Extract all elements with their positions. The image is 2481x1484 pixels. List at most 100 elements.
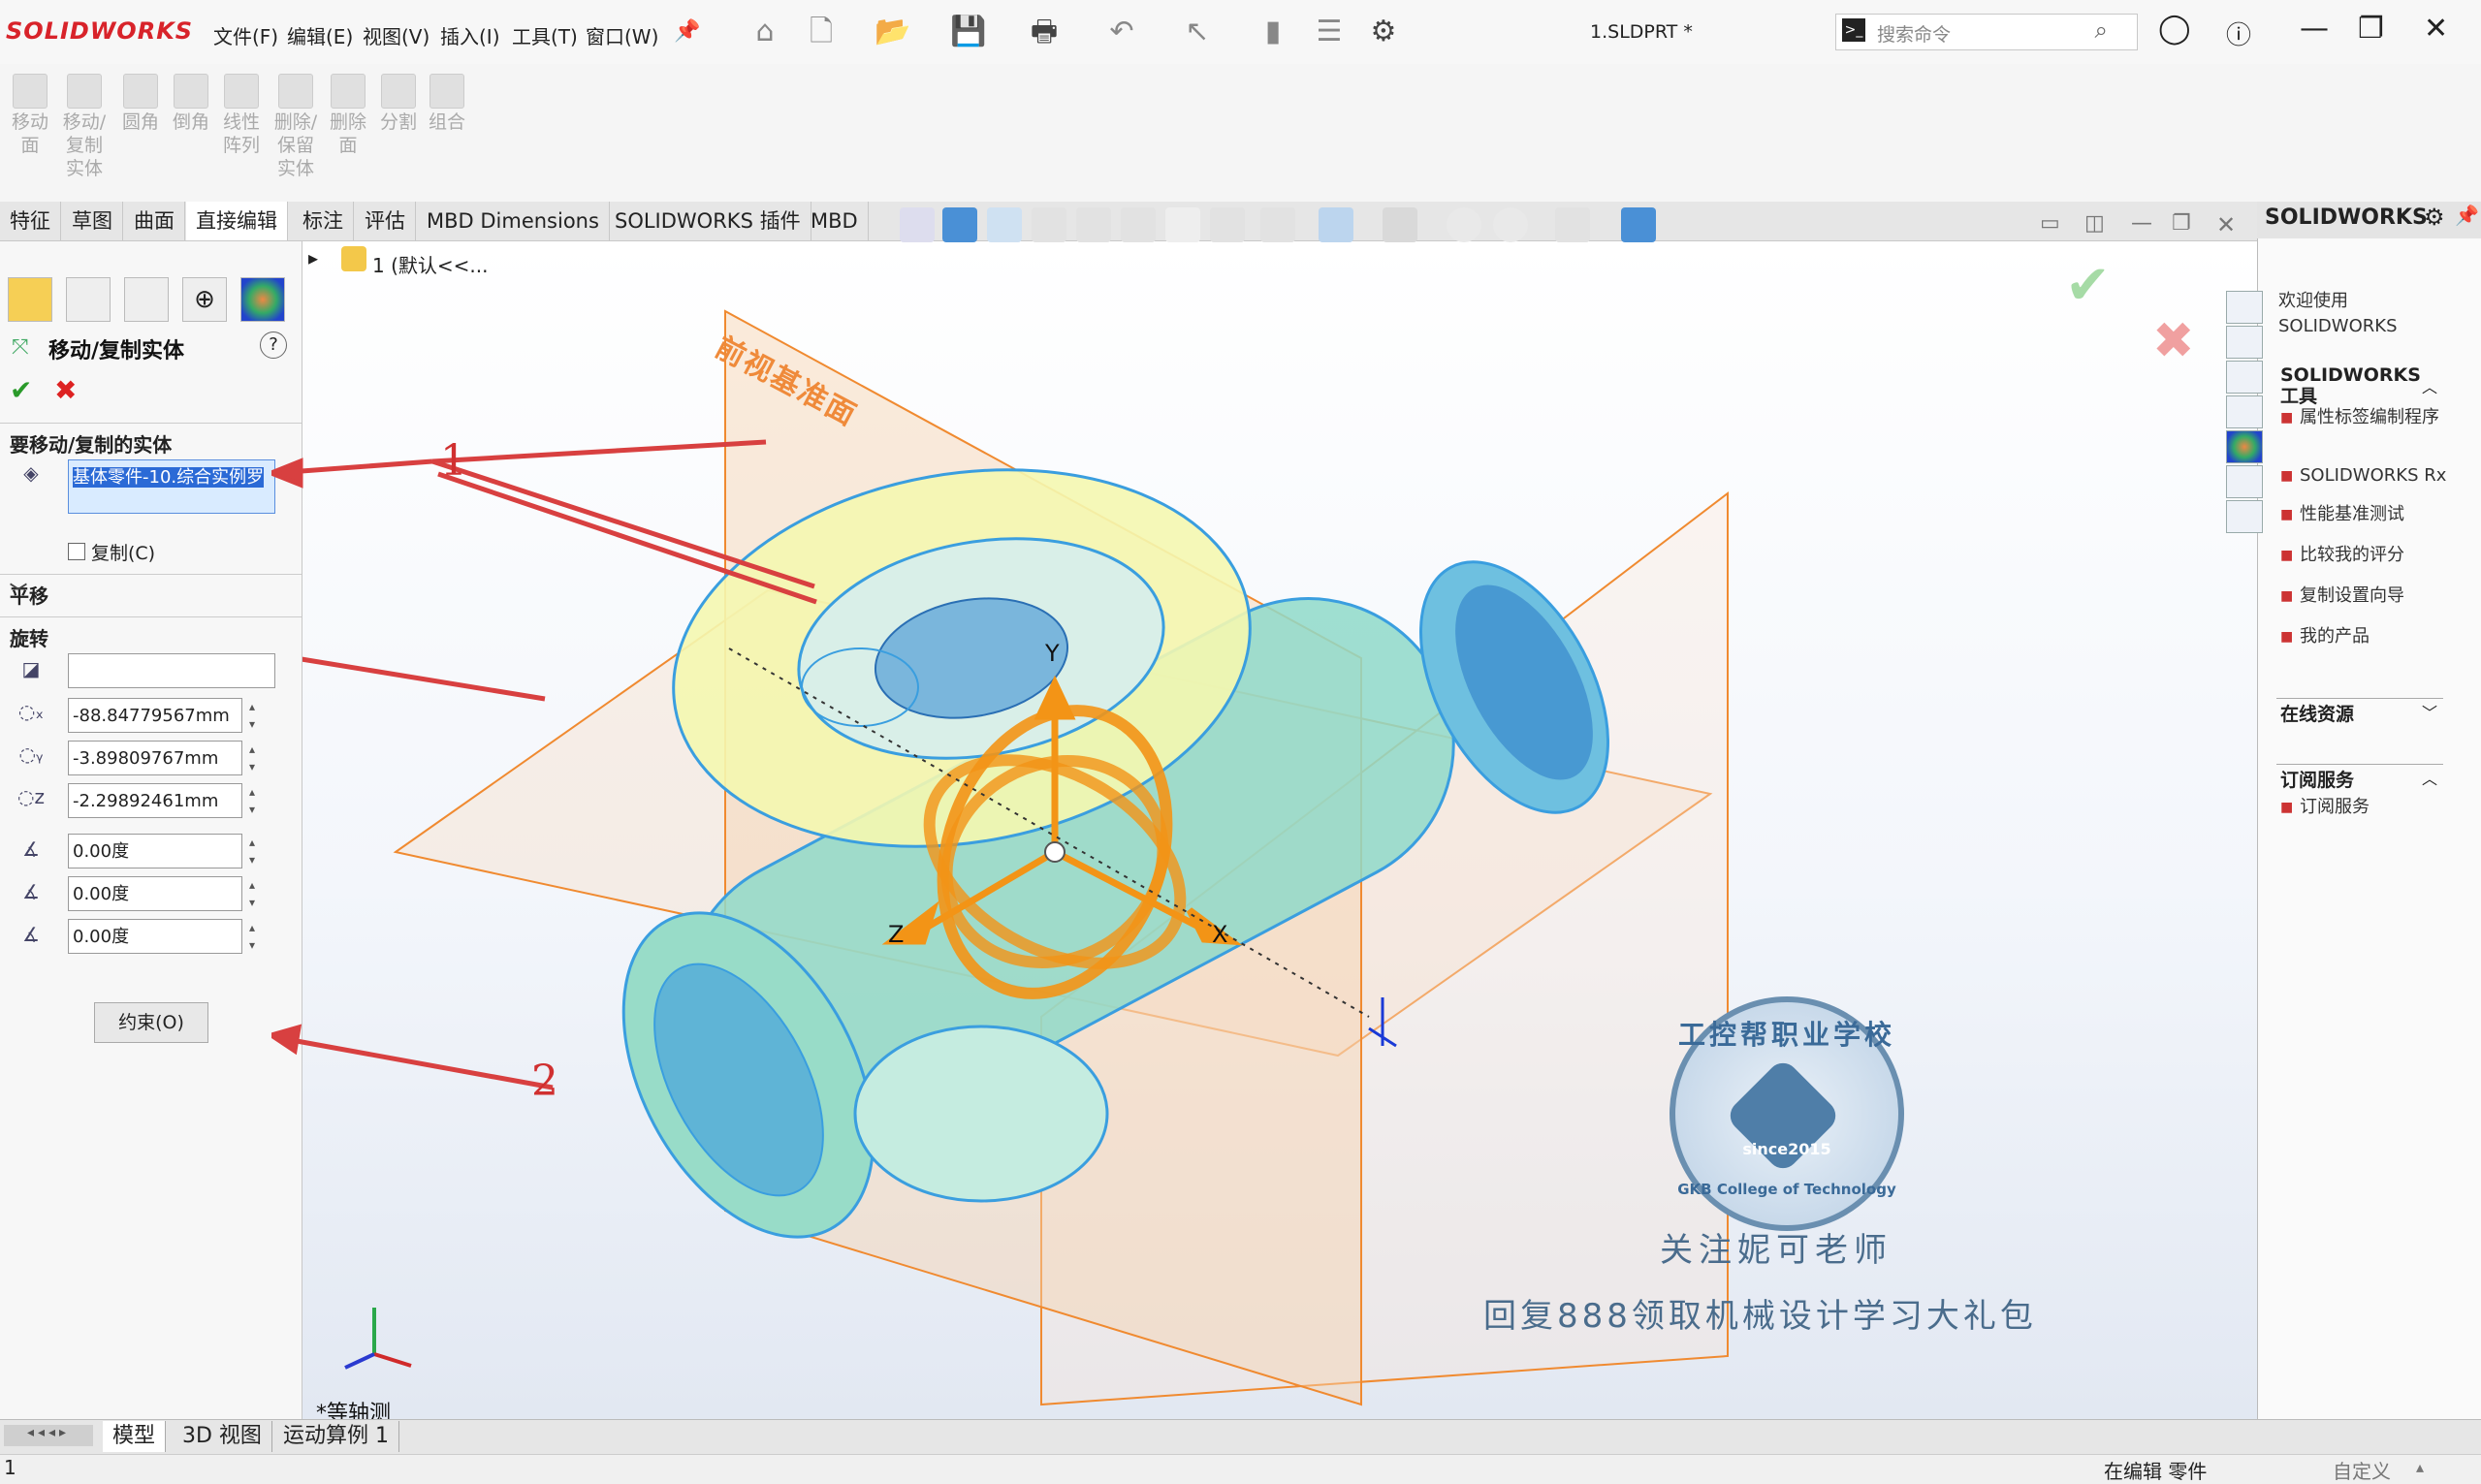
display-manager-tab[interactable] — [240, 277, 285, 322]
y-angle-spinner[interactable]: ▴ ▾ — [244, 876, 260, 911]
collapse-chevron-icon[interactable]: ︿ — [10, 621, 290, 647]
view-orientation-dropdown-icon[interactable] — [1260, 207, 1295, 242]
solidworks-logo[interactable]: SOLIDWORKS — [6, 17, 193, 45]
ok-check-icon[interactable]: ✔ — [10, 374, 32, 406]
home-icon[interactable]: ⌂ — [747, 14, 783, 50]
subscription-section[interactable]: 订阅服务 — [2280, 766, 2354, 792]
task-pane-gear-icon[interactable]: ⚙ — [2424, 204, 2445, 231]
tab-scroll-buttons[interactable]: ◂◂◂▸ — [4, 1425, 93, 1446]
help-icon[interactable]: ? — [260, 332, 287, 359]
dimxpert-tab[interactable]: ⊕ — [182, 277, 227, 322]
online-resources-section[interactable]: 在线资源 — [2280, 700, 2354, 726]
close-icon[interactable]: ✕ — [2424, 12, 2448, 46]
task-pane-pin-icon[interactable]: 📌 — [2455, 204, 2479, 227]
taskpane-home-icon[interactable] — [2226, 291, 2263, 324]
confirm-corner-ok-icon[interactable]: ✔ — [2065, 254, 2111, 317]
collapse-chevron-icon[interactable]: ︿ — [10, 427, 290, 453]
taskpane-custom-properties-icon[interactable] — [2226, 465, 2263, 498]
zoom-area-icon[interactable] — [1032, 207, 1066, 242]
bottom-tab-3d-views[interactable]: 3D 视图 — [173, 1421, 272, 1452]
search-box[interactable]: >_ 搜索命令 ⌕ — [1835, 14, 2138, 50]
menu-window[interactable]: 窗口(W) — [586, 21, 658, 49]
online-expand-icon[interactable]: ﹀ — [2422, 700, 2437, 723]
welcome-link[interactable]: 欢迎使用 SOLIDWORKS — [2278, 289, 2404, 339]
previous-view-icon[interactable] — [1076, 207, 1111, 242]
selected-bodies-list[interactable]: 基体零件-10.综合实例罗 — [68, 459, 275, 514]
tab-direct-editing[interactable]: 直接编辑 — [186, 202, 288, 240]
x-rotation-angle-field[interactable]: 0.00度 — [68, 834, 242, 868]
zoom-to-fit-icon[interactable] — [987, 207, 1022, 242]
tool-property-tab-builder[interactable]: 属性标签编制程序 — [2280, 407, 2455, 428]
bottom-tab-model[interactable]: 模型 — [103, 1421, 167, 1452]
tab-mbd[interactable]: MBD — [801, 202, 869, 240]
tab-markup[interactable]: 标注 — [293, 202, 354, 240]
configuration-manager-tab[interactable] — [124, 277, 169, 322]
constraints-button[interactable]: 约束(O) — [94, 1002, 208, 1043]
tab-surfaces[interactable]: 曲面 — [124, 202, 185, 240]
help-icon[interactable]: ⓘ — [2226, 16, 2251, 51]
y-rotation-origin-field[interactable]: -3.89809767mm — [68, 741, 242, 775]
section-translate[interactable]: 平移 ﹀ — [0, 574, 302, 610]
tools-collapse-icon[interactable]: ︿ — [2422, 374, 2437, 397]
tool-my-products[interactable]: 我的产品 — [2280, 626, 2370, 647]
view-cube-icon[interactable] — [1621, 207, 1656, 242]
x-rotation-origin-field[interactable]: -88.84779567mm — [68, 698, 242, 733]
viewport-restore-icon[interactable]: ❐ — [2172, 211, 2191, 236]
taskpane-design-library-icon[interactable] — [2226, 326, 2263, 359]
view-monitor-icon[interactable] — [1555, 207, 1590, 242]
taskpane-appearances-icon[interactable] — [2226, 430, 2263, 463]
fillet-button[interactable]: 圆角 — [116, 74, 165, 134]
z-angle-spinner[interactable]: ▴ ▾ — [244, 919, 260, 954]
file-properties-icon[interactable]: ☰ — [1311, 14, 1348, 50]
status-units-custom[interactable]: 自定义 — [2333, 1456, 2391, 1484]
split-button[interactable]: 分割 — [374, 74, 423, 134]
property-manager-tab[interactable] — [66, 277, 111, 322]
expand-chevron-icon[interactable]: ﹀ — [10, 579, 290, 604]
menu-view[interactable]: 视图(V) — [363, 21, 429, 49]
undo-icon[interactable]: ↶ — [1103, 14, 1140, 50]
print-icon[interactable]: 🖶 — [1026, 14, 1063, 50]
appearance-icon[interactable] — [1493, 207, 1528, 242]
options-gear-icon[interactable]: ⚙ — [1365, 14, 1402, 50]
select-icon[interactable]: ↖ — [1179, 14, 1216, 50]
new-document-icon[interactable]: 🗋 — [803, 14, 840, 50]
confirm-corner-cancel-icon[interactable]: ✖ — [2152, 312, 2195, 370]
section-view-icon[interactable] — [942, 207, 977, 242]
selected-body-item[interactable]: 基体零件-10.综合实例罗 — [73, 467, 265, 488]
taskpane-forum-icon[interactable] — [2226, 500, 2263, 533]
move-face-button[interactable]: 移动 面 — [6, 74, 54, 157]
y-rotation-angle-field[interactable]: 0.00度 — [68, 876, 242, 911]
tab-solidworks-addins[interactable]: SOLIDWORKS 插件 — [605, 202, 811, 240]
copy-checkbox[interactable] — [68, 543, 85, 560]
section-rotate[interactable]: 旋转 ︿ — [0, 616, 302, 652]
hide-show-items-icon[interactable] — [1383, 207, 1417, 242]
viewport-split-icon[interactable]: ◫ — [2084, 211, 2105, 236]
x-origin-spinner[interactable]: ▴ ▾ — [244, 698, 260, 733]
tab-evaluate[interactable]: 评估 — [355, 202, 416, 240]
pin-icon[interactable]: 📌 — [669, 14, 706, 50]
view-settings-icon[interactable] — [1165, 207, 1200, 242]
status-units-dropdown-icon[interactable]: ▴ — [2416, 1458, 2424, 1476]
tree-root-item[interactable]: 1 (默认<<... — [372, 250, 488, 278]
edit-appearance-icon[interactable] — [1210, 207, 1245, 242]
save-icon[interactable]: 💾 — [950, 14, 987, 50]
z-origin-spinner[interactable]: ▴ ▾ — [244, 783, 260, 818]
x-angle-spinner[interactable]: ▴ ▾ — [244, 834, 260, 868]
viewport-close-icon[interactable]: ✕ — [2216, 211, 2236, 238]
tool-performance-benchmark[interactable]: 性能基准测试 — [2280, 504, 2404, 525]
combine-button[interactable]: 组合 — [423, 74, 471, 134]
viewport-minimize-icon[interactable]: — — [2131, 211, 2152, 236]
feature-manager-tab[interactable] — [8, 277, 52, 322]
tab-features[interactable]: 特征 — [0, 202, 61, 240]
restore-icon[interactable]: ❐ — [2358, 12, 2384, 46]
menu-edit[interactable]: 编辑(E) — [287, 21, 353, 49]
search-icon[interactable]: ⌕ — [2095, 16, 2108, 44]
viewport-tile-icon[interactable]: ▭ — [2040, 211, 2060, 236]
tool-solidworks-rx[interactable]: SOLIDWORKS Rx — [2280, 465, 2446, 487]
delete-keep-body-button[interactable]: 删除/ 保留 实体 — [271, 74, 320, 180]
linear-pattern-button[interactable]: 线性 阵列 — [217, 74, 266, 157]
y-origin-spinner[interactable]: ▴ ▾ — [244, 741, 260, 775]
rebuild-icon[interactable]: ▮ — [1255, 14, 1291, 50]
menu-tools[interactable]: 工具(T) — [512, 21, 578, 49]
bottom-tab-motion-study[interactable]: 运动算例 1 — [273, 1421, 399, 1452]
